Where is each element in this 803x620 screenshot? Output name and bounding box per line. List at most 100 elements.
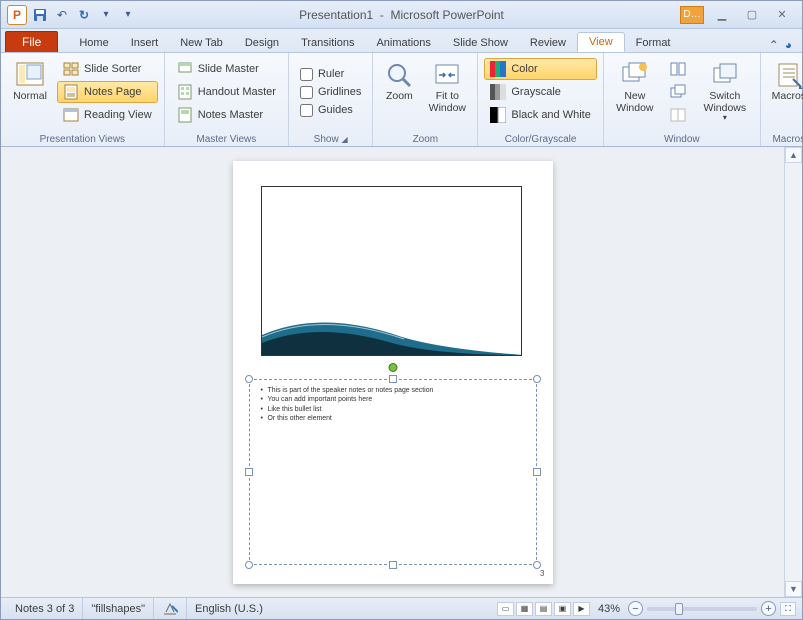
cascade-icon xyxy=(670,84,686,100)
undo-button[interactable]: ↶ xyxy=(53,6,71,24)
status-theme: "fillshapes" xyxy=(83,598,154,619)
notes-page-icon xyxy=(63,84,79,100)
floppy-icon xyxy=(33,8,47,22)
magnifier-icon xyxy=(385,61,413,89)
notes-master-button[interactable]: Notes Master xyxy=(171,104,282,126)
zoom-slider[interactable] xyxy=(647,607,757,611)
color-button[interactable]: Color xyxy=(484,58,596,80)
fit-zoom-button[interactable]: ⛶ xyxy=(780,602,796,616)
resize-handle[interactable] xyxy=(245,375,253,383)
status-language[interactable]: English (U.S.) xyxy=(187,598,271,619)
zoom-button[interactable]: Zoom xyxy=(379,56,419,128)
slide-thumbnail[interactable] xyxy=(261,186,522,356)
tab-review[interactable]: Review xyxy=(519,34,577,52)
tab-home[interactable]: Home xyxy=(68,34,119,52)
grayscale-button[interactable]: Grayscale xyxy=(484,81,596,103)
resize-handle[interactable] xyxy=(389,561,397,569)
minimize-button[interactable]: ▁ xyxy=(710,7,734,23)
blackwhite-button[interactable]: Black and White xyxy=(484,104,596,126)
help-icon[interactable]: ◕ xyxy=(785,38,792,52)
gridlines-checkbox[interactable]: Gridlines xyxy=(295,84,366,101)
canvas[interactable]: This is part of the speaker notes or not… xyxy=(1,147,784,597)
fit-window-icon xyxy=(433,61,461,89)
group-label: Show ◢ xyxy=(295,132,366,145)
scroll-up-button[interactable]: ▲ xyxy=(785,147,802,163)
handout-master-icon xyxy=(177,84,193,100)
notes-placeholder[interactable]: This is part of the speaker notes or not… xyxy=(249,379,537,565)
split-icon xyxy=(670,107,686,123)
slide-sorter-button[interactable]: Slide Sorter xyxy=(57,58,158,80)
notes-view-shortcut[interactable]: ▤ xyxy=(535,602,552,616)
zoom-value[interactable]: 43% xyxy=(594,603,624,615)
notes-master-icon xyxy=(177,107,193,123)
reading-view-shortcut[interactable]: ▣ xyxy=(554,602,571,616)
guides-checkbox[interactable]: Guides xyxy=(295,102,366,119)
normal-button[interactable]: Normal xyxy=(7,56,53,128)
blackwhite-icon xyxy=(490,107,506,123)
arrange-all-button[interactable] xyxy=(664,58,692,80)
resize-handle[interactable] xyxy=(389,375,397,383)
tab-insert[interactable]: Insert xyxy=(120,34,170,52)
group-label: Zoom xyxy=(379,132,471,145)
slide-master-icon xyxy=(177,61,193,77)
normal-view-shortcut[interactable]: ▭ xyxy=(497,602,514,616)
notes-page-button[interactable]: Notes Page xyxy=(57,81,158,103)
tab-design[interactable]: Design xyxy=(234,34,290,52)
zoom-in-button[interactable]: + xyxy=(761,601,776,616)
maximize-button[interactable]: ▢ xyxy=(740,7,764,23)
zoom-out-button[interactable]: − xyxy=(628,601,643,616)
macros-button[interactable]: Macros xyxy=(767,56,803,128)
qat-more-icon2[interactable]: ▾ xyxy=(119,6,137,24)
sorter-view-shortcut[interactable]: ▦ xyxy=(516,602,533,616)
tab-view[interactable]: View xyxy=(577,32,625,52)
spellcheck-icon xyxy=(162,602,178,616)
handout-master-button[interactable]: Handout Master xyxy=(171,81,282,103)
group-label: Color/Grayscale xyxy=(484,132,596,145)
slide-sorter-icon xyxy=(63,61,79,77)
ruler-checkbox[interactable]: Ruler xyxy=(295,66,366,83)
tab-newtab[interactable]: New Tab xyxy=(169,34,234,52)
resize-handle[interactable] xyxy=(533,561,541,569)
resize-handle[interactable] xyxy=(245,561,253,569)
slide-master-button[interactable]: Slide Master xyxy=(171,58,282,80)
cascade-button[interactable] xyxy=(664,81,692,103)
zoom-slider-thumb[interactable] xyxy=(675,603,683,615)
title-bar: P ↶ ↻ ▾ ▾ Presentation1 - Microsoft Powe… xyxy=(1,1,802,29)
tab-transitions[interactable]: Transitions xyxy=(290,34,365,52)
tab-slideshow[interactable]: Slide Show xyxy=(442,34,519,52)
vertical-scrollbar[interactable]: ▲ ▼ xyxy=(784,147,802,597)
group-label: Macros xyxy=(767,132,803,145)
tab-animations[interactable]: Animations xyxy=(365,34,441,52)
file-tab[interactable]: File xyxy=(5,31,58,52)
switch-windows-button[interactable]: Switch Windows ▾ xyxy=(696,56,754,128)
powerpoint-logo-icon: P xyxy=(7,5,27,25)
fit-window-button[interactable]: Fit to Window xyxy=(423,56,471,128)
group-label: Master Views xyxy=(171,132,282,145)
work-area: This is part of the speaker notes or not… xyxy=(1,147,802,597)
notes-text[interactable]: This is part of the speaker notes or not… xyxy=(250,380,536,429)
color-icon xyxy=(490,61,506,77)
minimize-ribbon-icon[interactable]: ⌃ xyxy=(769,38,779,52)
close-button[interactable]: ✕ xyxy=(770,7,794,23)
context-tab-label[interactable]: D… xyxy=(680,6,704,24)
resize-handle[interactable] xyxy=(533,375,541,383)
resize-handle[interactable] xyxy=(533,468,541,476)
resize-handle[interactable] xyxy=(245,468,253,476)
page-number: 3 xyxy=(540,569,544,578)
window-controls: D… ▁ ▢ ✕ xyxy=(680,6,802,24)
redo-button[interactable]: ↻ xyxy=(75,6,93,24)
status-bar: Notes 3 of 3 "fillshapes" English (U.S.)… xyxy=(1,597,802,619)
slideshow-shortcut[interactable]: ▶ xyxy=(573,602,590,616)
save-button[interactable] xyxy=(31,6,49,24)
grayscale-icon xyxy=(490,84,506,100)
scroll-down-button[interactable]: ▼ xyxy=(785,581,802,597)
tab-format[interactable]: Format xyxy=(625,34,682,52)
reading-view-button[interactable]: Reading View xyxy=(57,104,158,126)
ribbon-tabs: File Home Insert New Tab Design Transiti… xyxy=(1,29,802,53)
move-split-button[interactable] xyxy=(664,104,692,126)
status-right: ▭ ▦ ▤ ▣ ▶ 43% − + ⛶ xyxy=(497,601,796,616)
new-window-button[interactable]: New Window xyxy=(610,56,660,128)
qat-more-icon1[interactable]: ▾ xyxy=(97,6,115,24)
rotation-handle[interactable] xyxy=(388,363,397,372)
status-spellcheck[interactable] xyxy=(154,598,187,619)
